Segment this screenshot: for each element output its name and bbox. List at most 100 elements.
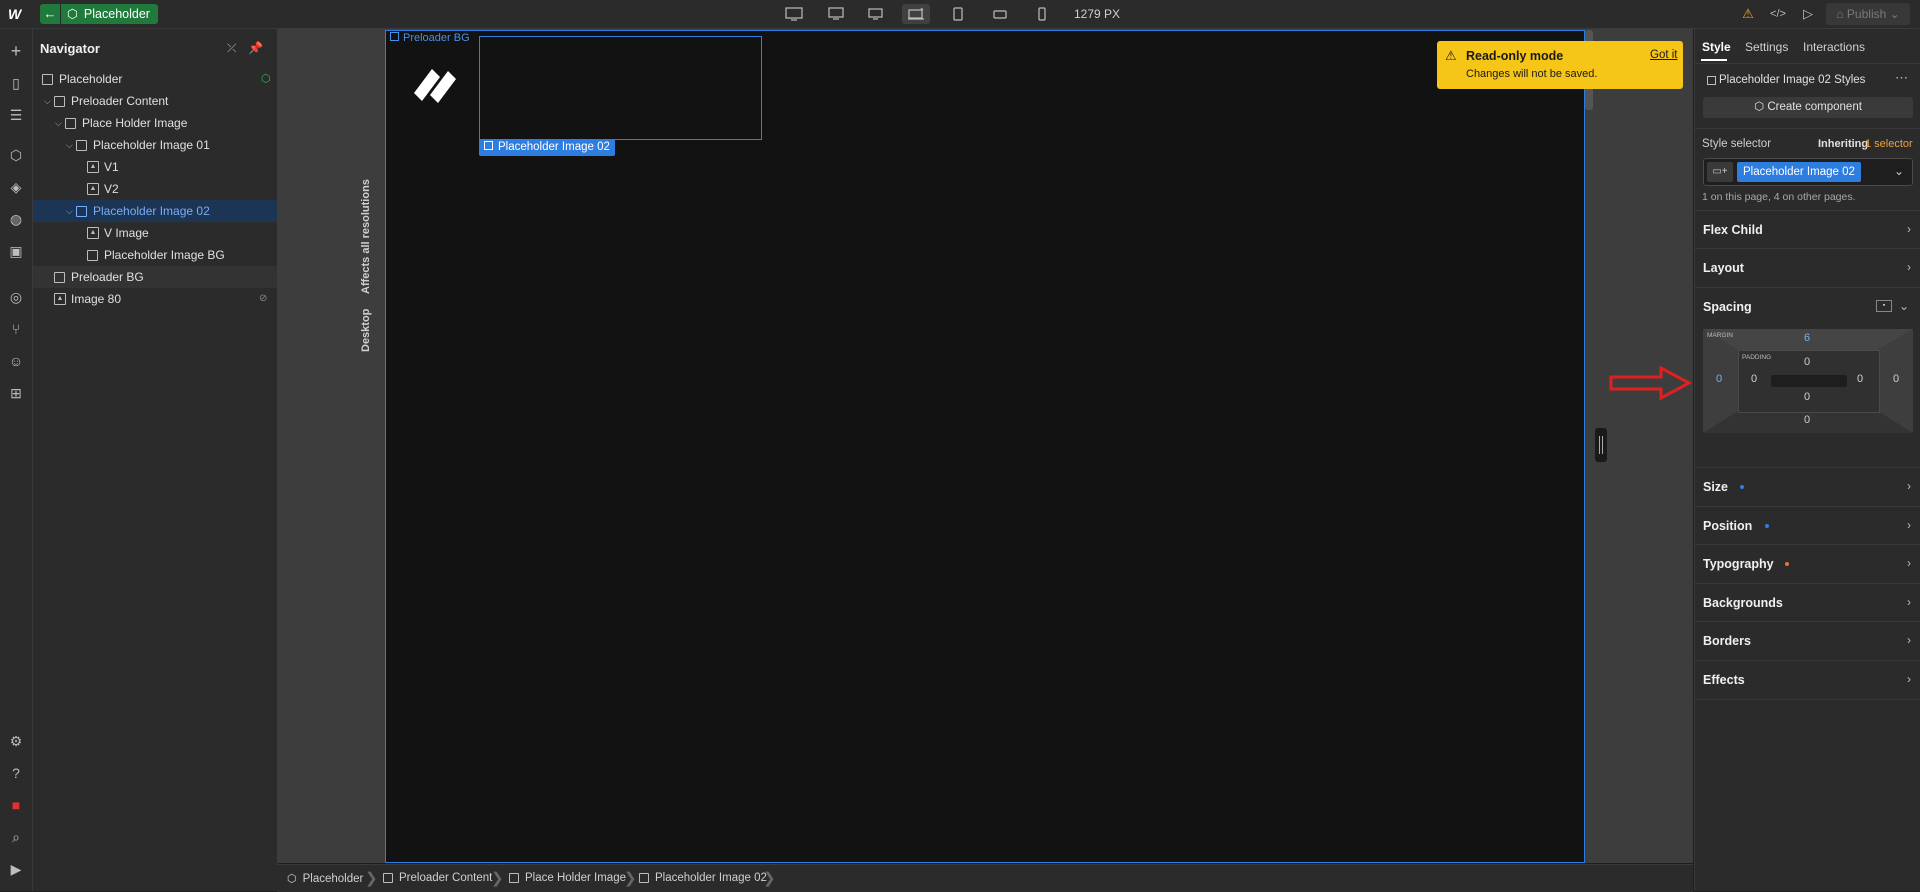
breadcrumb-item[interactable]: Preloader Content [383, 872, 492, 884]
breakpoint-desktop-medium-icon[interactable] [822, 4, 850, 24]
breadcrumb-separator: ❯ [491, 870, 504, 887]
record-icon[interactable]: ■ [6, 795, 26, 815]
chevron-right-icon: › [1907, 479, 1911, 493]
nav-item-v1[interactable]: ▲ V1 [33, 156, 277, 178]
nav-item-placeholder-image-02[interactable]: ⌵ Placeholder Image 02 [33, 200, 277, 222]
preview-play-icon[interactable]: ▷ [1798, 5, 1818, 23]
margin-top-value[interactable]: 6 [1797, 332, 1817, 344]
breadcrumb-item[interactable]: Place Holder Image [509, 872, 626, 884]
help-icon[interactable]: ? [6, 763, 26, 783]
variables-icon[interactable]: ◍ [6, 209, 26, 229]
section-position[interactable]: Position › [1695, 506, 1920, 545]
style-selector-field[interactable]: ▭+ Placeholder Image 02 ⌄ [1703, 158, 1913, 186]
tab-style[interactable]: Style [1702, 40, 1731, 54]
video-icon[interactable]: ▶ [6, 859, 26, 879]
logic-icon[interactable]: ⑂ [6, 319, 26, 339]
affects-all-resolutions-label: Affects all resolutions [360, 179, 372, 294]
selector-state-icon[interactable]: ▭+ [1707, 162, 1733, 182]
assets-icon[interactable]: ▣ [6, 241, 26, 261]
cms-icon[interactable]: ◎ [6, 287, 26, 307]
padding-right-value[interactable]: 0 [1850, 373, 1870, 385]
modified-dot [1765, 524, 1769, 528]
chevron-down-icon[interactable]: ⌵ [55, 112, 65, 134]
div-box-icon [639, 873, 649, 883]
inheriting-count[interactable]: 1 selector [1865, 138, 1913, 150]
breadcrumb-item[interactable]: ⬡ Placeholder [287, 872, 363, 886]
component-box-icon [42, 74, 53, 85]
nav-item-preloader-content[interactable]: ⌵ Preloader Content [33, 90, 277, 112]
breakpoint-desktop-large-icon[interactable] [780, 4, 808, 24]
nav-item-v-image[interactable]: ▲ V Image [33, 222, 277, 244]
section-effects[interactable]: Effects › [1695, 660, 1920, 700]
canvas-width-readout: 1279 PX [1074, 7, 1121, 21]
apps-icon[interactable]: ⊞ [6, 383, 26, 403]
annotation-right-arrow [1609, 365, 1693, 404]
breakpoint-desktop-icon[interactable] [862, 4, 890, 24]
chevron-down-icon: ⌄ [1886, 7, 1900, 21]
div-box-icon [383, 873, 393, 883]
nav-item-placeholder[interactable]: Placeholder ⬡ [33, 68, 277, 90]
nav-item-placeholder-image-bg[interactable]: Placeholder Image BG [33, 244, 277, 266]
breakpoint-mobile-landscape-icon[interactable] [986, 4, 1014, 24]
eye-hidden-icon[interactable]: ⊘ [259, 288, 267, 310]
margin-bottom-value[interactable]: 0 [1797, 414, 1817, 426]
nav-item-v2[interactable]: ▲ V2 [33, 178, 277, 200]
chevron-down-icon[interactable]: ⌵ [44, 90, 54, 112]
div-box-icon [390, 32, 399, 41]
padding-left-value[interactable]: 0 [1744, 373, 1764, 385]
chevron-down-icon[interactable]: ⌄ [1894, 164, 1904, 178]
padding-bottom-value[interactable]: 0 [1797, 391, 1817, 403]
page-selector-button[interactable]: ⬡ Placeholder [61, 4, 158, 24]
modified-dot [1740, 485, 1744, 489]
add-icon[interactable]: + [6, 41, 26, 61]
breadcrumb-item[interactable]: Placeholder Image 02 [639, 872, 767, 884]
search-icon[interactable]: ⌕ [6, 827, 26, 847]
pages-icon[interactable]: ▯ [6, 73, 26, 93]
navigator-icon[interactable]: ☰ [6, 105, 26, 125]
margin-left-value[interactable]: 0 [1709, 373, 1729, 385]
section-layout[interactable]: Layout › [1695, 248, 1920, 287]
margin-right-value[interactable]: 0 [1886, 373, 1906, 385]
pin-icon[interactable]: 📌 [248, 41, 263, 55]
got-it-button[interactable]: Got it [1650, 49, 1677, 61]
chevron-down-icon[interactable]: ⌵ [66, 134, 76, 156]
selector-chip[interactable]: Placeholder Image 02 [1737, 162, 1861, 182]
tab-settings[interactable]: Settings [1745, 40, 1788, 54]
more-options-icon[interactable]: ⋯ [1895, 70, 1908, 86]
users-icon[interactable]: ☺ [6, 351, 26, 371]
publish-button[interactable]: ⌂ Publish ⌄ [1826, 3, 1910, 25]
tab-interactions[interactable]: Interactions [1803, 40, 1865, 54]
nav-item-image-80[interactable]: ▲ Image 80 ⊘ [33, 288, 277, 310]
component-icon: ⬡ [1754, 101, 1768, 113]
padding-top-value[interactable]: 0 [1797, 356, 1817, 368]
image-icon: ▲ [87, 227, 99, 239]
nav-item-place-holder-image[interactable]: ⌵ Place Holder Image [33, 112, 277, 134]
components-icon[interactable]: ⬡ [6, 145, 26, 165]
div-box-icon [87, 250, 98, 261]
collapse-all-icon[interactable]: ⤫ [227, 41, 237, 56]
selected-element-outline[interactable] [479, 36, 762, 140]
section-typography[interactable]: Typography › [1695, 544, 1920, 583]
selected-element-tag[interactable]: Placeholder Image 02 [479, 139, 615, 156]
create-component-button[interactable]: ⬡ Create component [1703, 97, 1913, 118]
settings-gear-icon[interactable]: ⚙ [6, 731, 26, 751]
section-backgrounds[interactable]: Backgrounds › [1695, 583, 1920, 622]
canvas-resize-handle[interactable] [1595, 428, 1607, 462]
breakpoint-desktop-base-icon[interactable] [902, 4, 930, 24]
nav-item-placeholder-image-01[interactable]: ⌵ Placeholder Image 01 [33, 134, 277, 156]
navigator-panel: Navigator ⤫ 📌 Placeholder ⬡ ⌵ Preloader … [33, 29, 278, 891]
section-size[interactable]: Size › [1695, 467, 1920, 506]
chevron-down-icon[interactable]: ⌵ [66, 200, 76, 222]
breakpoint-tablet-icon[interactable] [944, 4, 972, 24]
page-name: Placeholder [83, 7, 150, 21]
breadcrumb-separator: ❯ [365, 870, 378, 887]
section-borders[interactable]: Borders › [1695, 621, 1920, 660]
nav-item-preloader-bg[interactable]: Preloader BG [33, 266, 277, 288]
code-icon[interactable]: </> [1768, 5, 1788, 23]
style-selectors-icon[interactable]: ◈ [6, 177, 26, 197]
breakpoint-mobile-portrait-icon[interactable] [1028, 4, 1056, 24]
section-flex-child[interactable]: Flex Child › [1695, 210, 1920, 249]
spacing-mode-icon[interactable]: ▪ [1876, 300, 1892, 312]
back-button[interactable]: ← [40, 4, 60, 24]
warning-icon[interactable]: ⚠ [1738, 5, 1758, 23]
